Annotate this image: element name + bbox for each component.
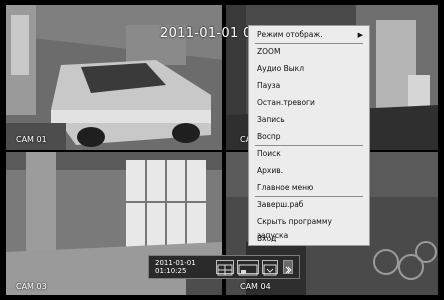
submenu-arrow-icon: ▶	[357, 31, 363, 39]
dropdown-button[interactable]	[262, 260, 278, 276]
menu-item-label: Режим отображ.	[257, 30, 323, 39]
toolbar-expand-button[interactable]	[283, 260, 293, 274]
launcher-toolbar: 2011-01-01 01:10:25	[148, 255, 300, 279]
menu-item-play[interactable]: Воспр	[257, 130, 365, 144]
menu-separator	[255, 145, 363, 146]
menu-item-display-mode[interactable]: Режим отображ. ▶	[257, 28, 365, 42]
single-split-button[interactable]	[237, 260, 259, 276]
dropdown-arrow-icon	[263, 264, 277, 276]
menu-item-record[interactable]: Запись	[257, 113, 365, 127]
chevron-right-icon	[285, 266, 292, 274]
menu-item-search[interactable]: Поиск	[257, 147, 365, 161]
quad-split-button[interactable]	[216, 260, 234, 276]
toolbar-time: 01:10:25	[155, 267, 187, 275]
camera-label-3: CAM 03	[16, 282, 47, 291]
quad-split-icon	[217, 264, 233, 276]
menu-item-hide-launcher[interactable]: Скрыть программу запуска	[257, 215, 365, 240]
single-split-icon	[238, 264, 258, 276]
menu-item-archive[interactable]: Архив.	[257, 164, 365, 178]
toolbar-date: 2011-01-01	[155, 259, 196, 267]
dvr-live-view-screen: CAM 01 CAM 02 CAM 03	[0, 0, 444, 300]
context-menu: Режим отображ. ▶ ZOOM Аудио Выкл Пауза О…	[248, 25, 370, 246]
menu-item-shutdown[interactable]: Заверш.раб	[257, 198, 365, 212]
menu-item-zoom[interactable]: ZOOM	[257, 45, 365, 59]
menu-item-audio-off[interactable]: Аудио Выкл	[257, 62, 365, 76]
menu-item-main-menu[interactable]: Главное меню	[257, 181, 365, 195]
camera-label-4: CAM 04	[240, 282, 271, 291]
menu-item-login[interactable]: Вход	[257, 232, 365, 246]
menu-item-pause[interactable]: Пауза	[257, 79, 365, 93]
menu-item-stop-alarm[interactable]: Остан.тревоги	[257, 96, 365, 110]
toolbar-datetime: 2011-01-01 01:10:25	[155, 259, 196, 275]
camera-label-1: CAM 01	[16, 135, 47, 144]
menu-separator	[255, 196, 363, 197]
menu-separator	[255, 43, 363, 44]
